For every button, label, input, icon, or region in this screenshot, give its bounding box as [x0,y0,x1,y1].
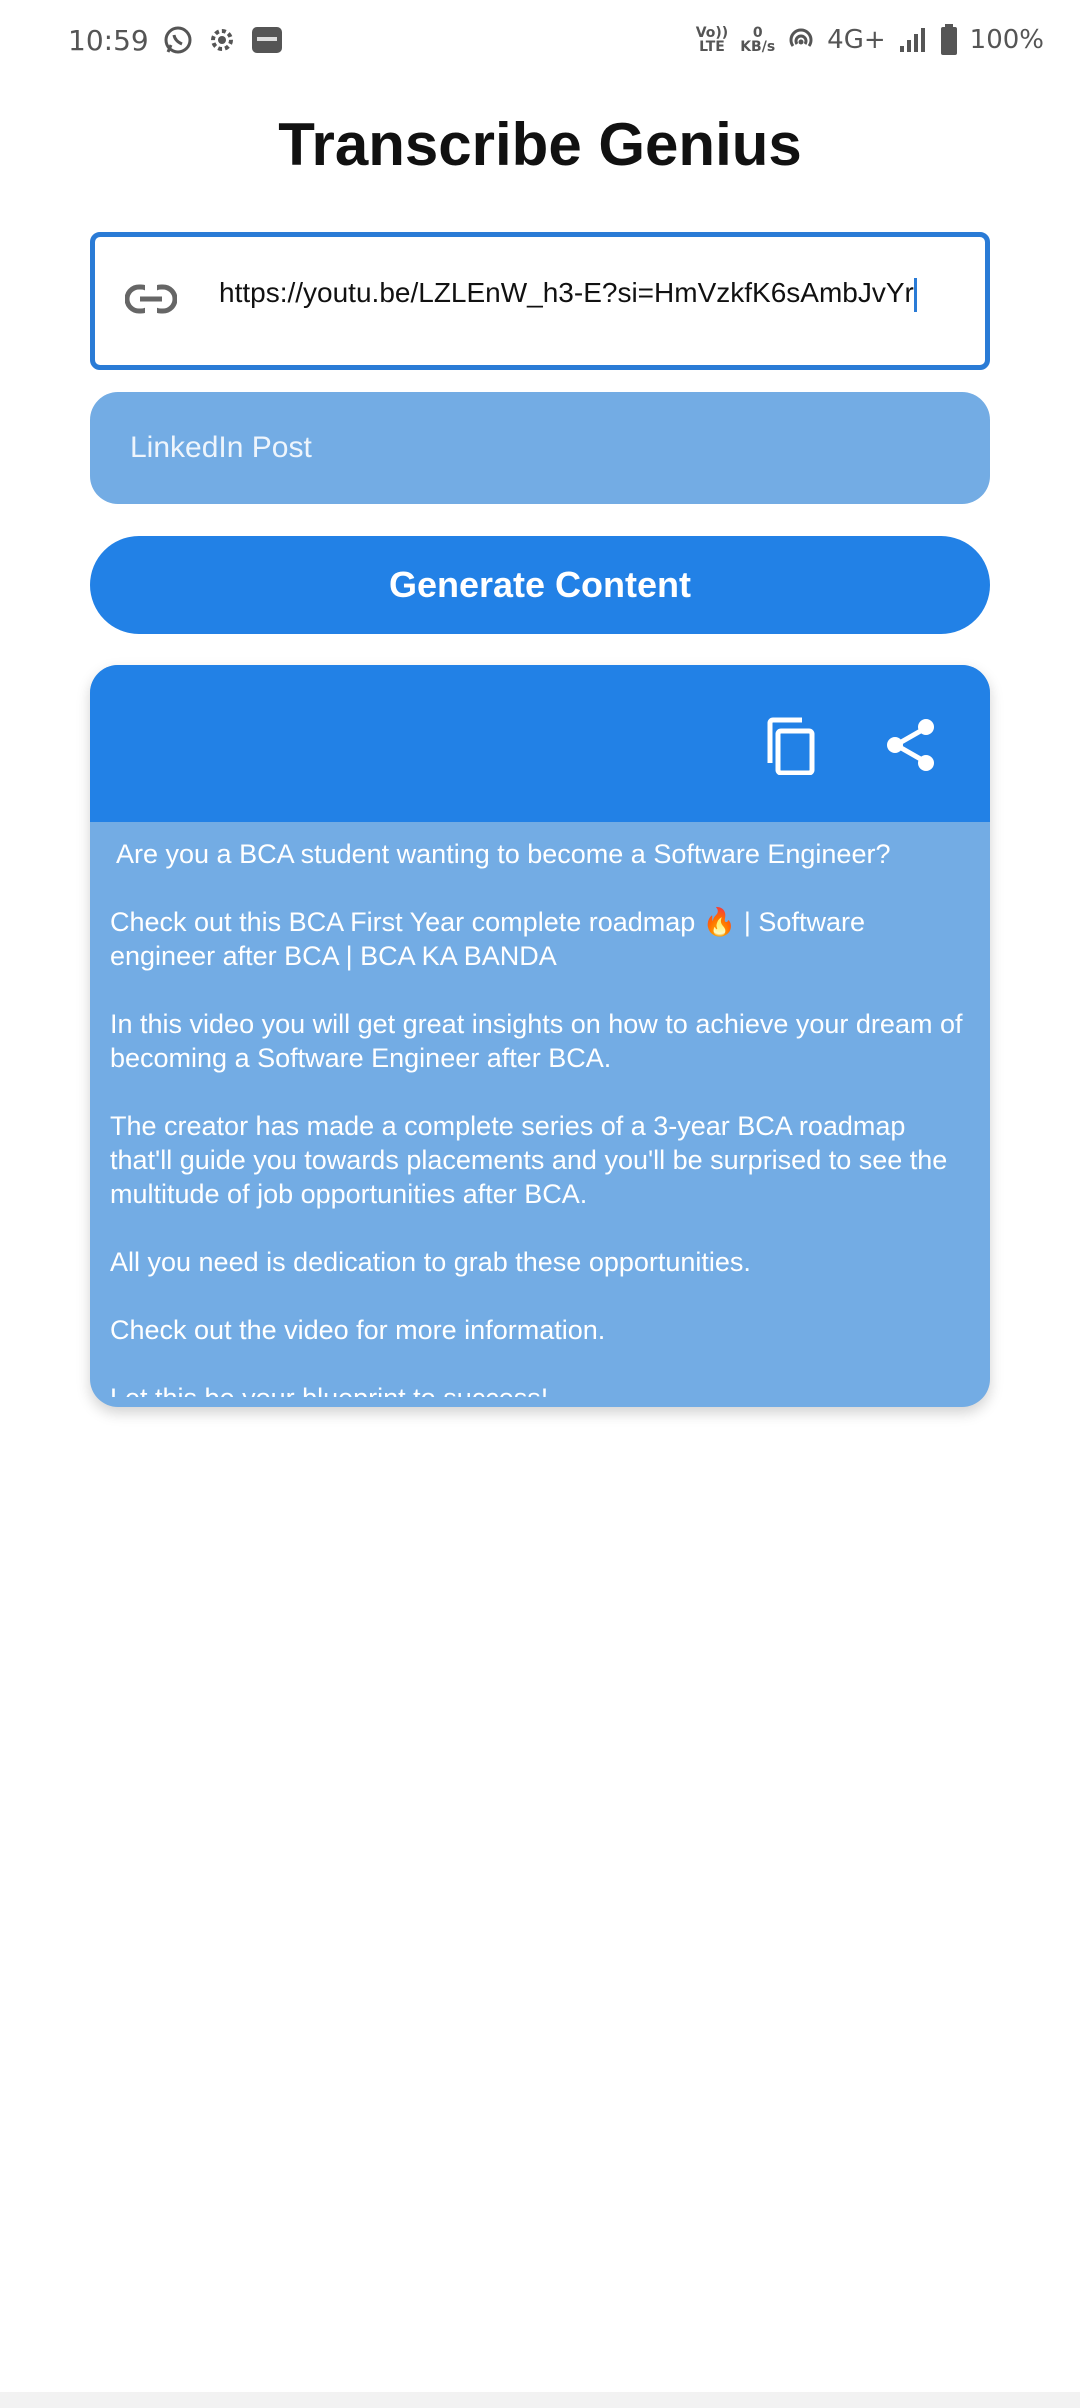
volte-bottom-label: LTE [699,39,725,55]
battery-percent: 100% [969,25,1044,55]
hotspot-icon [787,26,815,54]
content-paragraph: Are you a BCA student wanting to become … [116,839,891,869]
status-bar: 10:59 Vo)) LTE 0 KB/s 4G+ 100% [0,0,1080,80]
content-paragraph: All you need is dedication to grab these… [110,1247,751,1277]
network-type: 4G+ [827,25,886,55]
content-paragraph: Check out the video for more information… [110,1315,606,1345]
settings-gear-icon [207,25,237,55]
status-bar-left: 10:59 [68,24,283,57]
share-icon[interactable] [884,717,938,773]
app-title: Transcribe Genius [278,111,802,178]
text-caret [913,277,917,312]
result-card-header [90,665,990,822]
volte-indicator: Vo)) LTE [696,26,728,54]
navigation-bar [0,2392,1080,2408]
content-paragraph: In this video you will get great insight… [110,1009,963,1073]
url-input-value[interactable]: https://youtu.be/LZLEnW_h3-E?si=HmVzkfK6… [219,277,979,312]
battery-icon [940,24,958,56]
whatsapp-icon [163,25,193,55]
content-paragraph: Let this be your blueprint to success! [110,1381,970,1397]
status-time: 10:59 [68,23,149,57]
signal-icon [898,26,928,54]
network-speed: 0 KB/s [740,26,775,54]
url-input-text: https://youtu.be/LZLEnW_h3-E?si=HmVzkfK6… [219,277,914,308]
content-paragraph: The creator has made a complete series o… [110,1111,948,1209]
app-notification-icon [251,25,283,55]
status-bar-right: Vo)) LTE 0 KB/s 4G+ 100% [696,24,1044,56]
link-icon [124,279,178,319]
generated-content-text: Are you a BCA student wanting to become … [110,837,970,1397]
network-speed-unit: KB/s [740,39,776,55]
url-input[interactable]: https://youtu.be/LZLEnW_h3-E?si=HmVzkfK6… [90,232,990,370]
content-paragraph: Check out this BCA First Year complete r… [110,907,865,971]
content-type-select[interactable]: LinkedIn Post [90,392,990,504]
copy-icon[interactable] [762,717,820,776]
result-card: Are you a BCA student wanting to become … [90,665,990,1407]
generate-content-button[interactable]: Generate Content [90,536,990,634]
content-type-label: LinkedIn Post [130,431,312,464]
